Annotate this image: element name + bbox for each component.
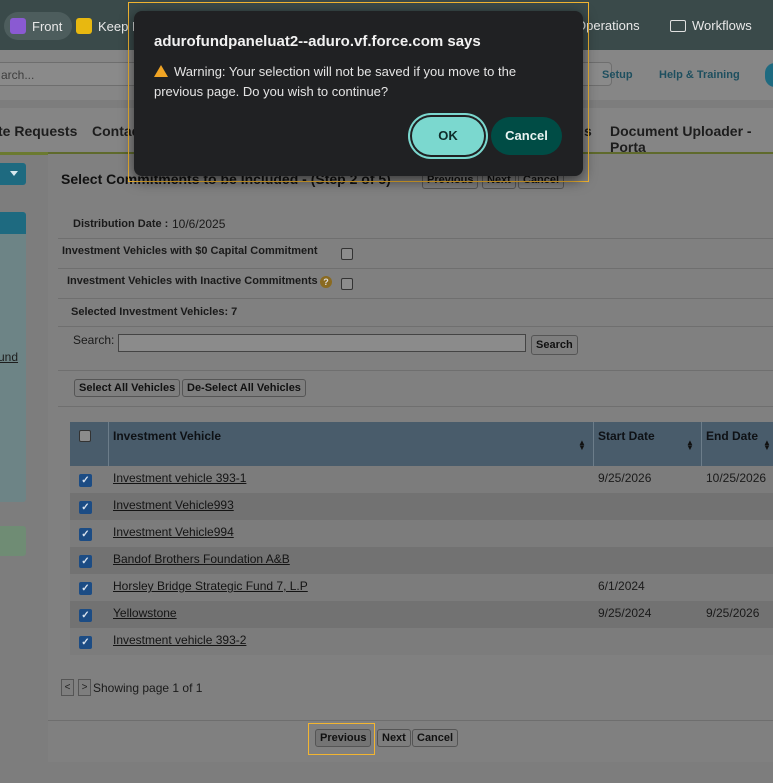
footer-previous-button[interactable]: Previous xyxy=(315,729,372,747)
end-date: 10/25/2026 xyxy=(706,471,767,485)
inactive-commitments-label: Investment Vehicles with Inactive Commit… xyxy=(67,275,318,287)
column-header-start-date[interactable]: Start Date xyxy=(598,429,655,443)
distribution-date-label: Distribution Date : xyxy=(73,218,169,230)
dialog-ok-button[interactable]: OK xyxy=(412,117,484,155)
deselect-all-vehicles-button[interactable]: De-Select All Vehicles xyxy=(182,379,306,397)
zero-capital-checkbox[interactable] xyxy=(341,248,353,260)
folder-icon xyxy=(670,19,686,32)
end-date: 9/25/2026 xyxy=(706,606,760,620)
vehicle-link[interactable]: Investment vehicle 393-2 xyxy=(113,633,246,647)
footer-cancel-button[interactable]: Cancel xyxy=(412,729,459,747)
front-app-icon xyxy=(10,18,26,34)
row-checkbox[interactable]: ✓ xyxy=(79,609,92,622)
table-row: ✓ Investment vehicle 393-2 xyxy=(70,628,773,655)
page-indicator: Showing page 1 of 1 xyxy=(93,681,203,695)
footer-next-button[interactable]: Next xyxy=(377,729,411,747)
distribution-date-value: 10/6/2025 xyxy=(172,217,226,231)
column-header-end-date[interactable]: End Date xyxy=(706,429,758,443)
next-page-button[interactable]: > xyxy=(78,679,91,696)
divider xyxy=(58,268,773,269)
vehicle-link[interactable]: Yellowstone xyxy=(113,606,177,620)
column-divider xyxy=(593,422,594,466)
prev-page-button[interactable]: < xyxy=(61,679,74,696)
vehicle-link[interactable]: Investment Vehicle994 xyxy=(113,525,234,539)
row-checkbox[interactable]: ✓ xyxy=(79,582,92,595)
chevron-down-icon xyxy=(10,171,18,176)
column-divider xyxy=(701,422,702,466)
divider xyxy=(58,406,773,407)
table-row: ✓ Investment Vehicle993 xyxy=(70,493,773,520)
column-divider xyxy=(108,422,109,466)
row-checkbox[interactable]: ✓ xyxy=(79,501,92,514)
bookmark-workflows[interactable]: Workflows xyxy=(670,18,752,33)
help-training-link[interactable]: Help & Training xyxy=(659,69,740,81)
divider xyxy=(58,326,773,327)
start-date: 6/1/2024 xyxy=(598,579,645,593)
vehicle-link[interactable]: Horsley Bridge Strategic Fund 7, L.P xyxy=(113,579,308,593)
vehicle-link[interactable]: Investment vehicle 393-1 xyxy=(113,471,246,485)
select-all-checkbox[interactable] xyxy=(79,430,91,442)
zero-capital-label: Investment Vehicles with $0 Capital Comm… xyxy=(62,245,318,257)
keep-note-icon xyxy=(76,18,92,34)
search-label: Search: xyxy=(73,333,115,347)
table-row: ✓ Investment Vehicle994 xyxy=(70,520,773,547)
row-checkbox[interactable]: ✓ xyxy=(79,555,92,568)
help-icon[interactable]: ? xyxy=(320,276,332,288)
column-header-investment-vehicle[interactable]: Investment Vehicle xyxy=(113,429,221,443)
bookmark-front[interactable]: Front xyxy=(4,12,73,40)
warning-icon xyxy=(154,65,168,77)
row-checkbox[interactable]: ✓ xyxy=(79,474,92,487)
divider xyxy=(58,370,773,371)
dialog-title: adurofundpaneluat2--aduro.vf.force.com s… xyxy=(154,33,481,50)
sidebar-link[interactable]: und xyxy=(0,350,18,364)
start-date: 9/25/2024 xyxy=(598,606,652,620)
select-all-vehicles-button[interactable]: Select All Vehicles xyxy=(74,379,181,397)
sort-icon[interactable]: ▲ ▼ xyxy=(578,439,586,452)
setup-link[interactable]: Setup xyxy=(602,69,633,81)
row-checkbox[interactable]: ✓ xyxy=(79,528,92,541)
tab-document-uploader[interactable]: Document Uploader - Porta xyxy=(610,123,773,155)
inactive-commitments-checkbox[interactable] xyxy=(341,278,353,290)
sort-icon[interactable]: ▲ ▼ xyxy=(686,439,694,452)
search-button[interactable]: Search xyxy=(531,335,578,355)
bookmark-label: Workflows xyxy=(692,18,752,33)
start-date: 9/25/2026 xyxy=(598,471,652,485)
dialog-message-container: Warning: Your selection will not be save… xyxy=(154,62,559,102)
bookmark-label: Front xyxy=(32,18,63,34)
sidebar-dropdown[interactable] xyxy=(0,163,26,185)
vehicle-link[interactable]: Bandof Brothers Foundation A&B xyxy=(113,552,290,566)
sort-icon[interactable]: ▲ ▼ xyxy=(763,439,771,452)
table-row: ✓ Yellowstone 9/25/2024 9/25/2026 xyxy=(70,601,773,628)
dialog-message: Warning: Your selection will not be save… xyxy=(154,64,517,99)
vehicle-search-input[interactable] xyxy=(118,334,526,352)
vehicle-link[interactable]: Investment Vehicle993 xyxy=(113,498,234,512)
divider xyxy=(48,720,773,721)
selected-count-label: Selected Investment Vehicles: 7 xyxy=(71,306,238,318)
sidebar-panel-header xyxy=(0,212,26,234)
table-row: ✓ Investment vehicle 393-1 9/25/2026 10/… xyxy=(70,466,773,493)
table-row: ✓ Horsley Bridge Strategic Fund 7, L.P 6… xyxy=(70,574,773,601)
row-checkbox[interactable]: ✓ xyxy=(79,636,92,649)
sidebar-green-panel xyxy=(0,526,26,556)
dialog-cancel-button[interactable]: Cancel xyxy=(491,117,562,155)
tab-requests[interactable]: te Requests xyxy=(0,123,77,139)
divider xyxy=(58,298,773,299)
table-row: ✓ Bandof Brothers Foundation A&B xyxy=(70,547,773,574)
divider xyxy=(58,238,773,239)
